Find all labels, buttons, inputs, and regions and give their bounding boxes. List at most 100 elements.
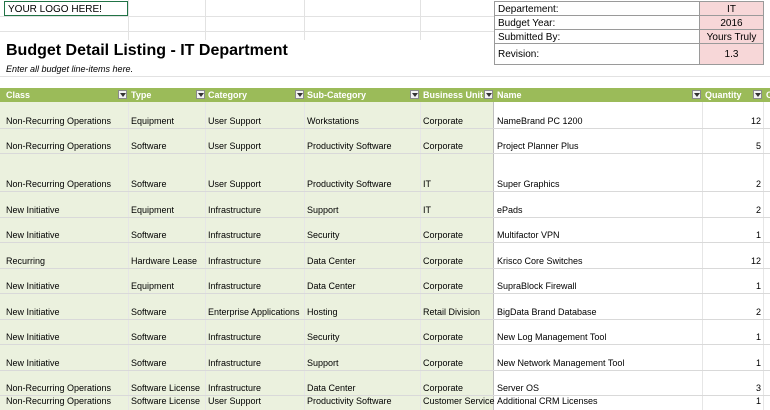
table-row[interactable]: New Initiative Equipment Infrastructure … <box>0 191 770 217</box>
header-name[interactable]: Name <box>494 88 702 102</box>
cell-type[interactable]: Equipment <box>131 205 174 215</box>
cell-class[interactable]: New Initiative <box>6 230 60 240</box>
cell-name[interactable]: Project Planner Plus <box>497 141 579 151</box>
cell-quantity[interactable]: 2 <box>704 205 761 215</box>
cell-type[interactable]: Software <box>131 230 167 240</box>
cell-quantity[interactable]: 1 <box>704 332 761 342</box>
cell-type[interactable]: Software License <box>131 383 200 393</box>
cell-sub-category[interactable]: Security <box>307 230 340 240</box>
cell-category[interactable]: Infrastructure <box>208 332 261 342</box>
cell-name[interactable]: ePads <box>497 205 523 215</box>
filter-dropdown-icon[interactable] <box>410 90 419 99</box>
cell-class[interactable]: New Initiative <box>6 205 60 215</box>
cell-business-unit[interactable]: Corporate <box>423 358 463 368</box>
cell-class[interactable]: Non-Recurring Operations <box>6 383 111 393</box>
info-label[interactable]: Revision: <box>494 43 700 65</box>
info-value[interactable]: Yours Truly <box>700 29 764 44</box>
cell-name[interactable]: Additional CRM Licenses <box>497 396 598 406</box>
cell-sub-category[interactable]: Hosting <box>307 307 338 317</box>
cell-type[interactable]: Hardware Lease <box>131 256 197 266</box>
cell-type[interactable]: Software <box>131 332 167 342</box>
header-sub-category[interactable]: Sub-Category <box>304 88 420 102</box>
table-row[interactable]: New Initiative Software Infrastructure S… <box>0 319 770 344</box>
cell-name[interactable]: Server OS <box>497 383 539 393</box>
header-cost[interactable]: C <box>763 88 770 102</box>
cell-business-unit[interactable]: Corporate <box>423 281 463 291</box>
cell-sub-category[interactable]: Workstations <box>307 116 359 126</box>
header-category[interactable]: Category <box>205 88 305 102</box>
cell-category[interactable]: Infrastructure <box>208 230 261 240</box>
cell-business-unit[interactable]: Corporate <box>423 256 463 266</box>
cell-quantity[interactable]: 1 <box>704 358 761 368</box>
table-row[interactable]: Non-Recurring Operations Software Licens… <box>0 395 770 408</box>
cell-class[interactable]: Non-Recurring Operations <box>6 396 111 406</box>
cell-type[interactable]: Software License <box>131 396 200 406</box>
cell-category[interactable]: Infrastructure <box>208 281 261 291</box>
filter-dropdown-icon[interactable] <box>295 90 304 99</box>
table-row[interactable]: Recurring Hardware Lease Infrastructure … <box>0 242 770 268</box>
cell-class[interactable]: Non-Recurring Operations <box>6 141 111 151</box>
cell-sub-category[interactable]: Data Center <box>307 281 356 291</box>
logo-cell[interactable]: YOUR LOGO HERE! <box>4 1 128 16</box>
cell-category[interactable]: Enterprise Applications <box>208 307 303 317</box>
table-row[interactable]: Non-Recurring Operations Software User S… <box>0 128 770 153</box>
cell-business-unit[interactable]: IT <box>423 179 431 189</box>
cell-type[interactable]: Equipment <box>131 281 174 291</box>
cell-quantity[interactable]: 12 <box>704 116 761 126</box>
cell-category[interactable]: Infrastructure <box>208 205 261 215</box>
page-title[interactable]: Budget Detail Listing - IT Department <box>6 42 288 60</box>
table-row[interactable]: Non-Recurring Operations Equipment User … <box>0 102 770 128</box>
cell-name[interactable]: New Network Management Tool <box>497 358 624 368</box>
table-row[interactable]: New Initiative Software Infrastructure S… <box>0 344 770 370</box>
header-business-unit[interactable]: Business Unit <box>420 88 494 102</box>
cell-sub-category[interactable]: Productivity Software <box>307 141 392 151</box>
cell-quantity[interactable]: 2 <box>704 307 761 317</box>
header-class[interactable]: Class <box>3 88 128 102</box>
cell-category[interactable]: Infrastructure <box>208 256 261 266</box>
cell-sub-category[interactable]: Productivity Software <box>307 179 392 189</box>
cell-sub-category[interactable]: Data Center <box>307 383 356 393</box>
filter-dropdown-icon[interactable] <box>484 90 493 99</box>
table-row[interactable]: New Initiative Software Enterprise Appli… <box>0 293 770 319</box>
cell-business-unit[interactable]: IT <box>423 205 431 215</box>
cell-class[interactable]: New Initiative <box>6 332 60 342</box>
cell-name[interactable]: SupraBlock Firewall <box>497 281 577 291</box>
cell-type[interactable]: Software <box>131 179 167 189</box>
cell-sub-category[interactable]: Security <box>307 332 340 342</box>
table-row[interactable]: New Initiative Software Infrastructure S… <box>0 217 770 242</box>
cell-quantity[interactable]: 1 <box>704 281 761 291</box>
page-subtitle[interactable]: Enter all budget line-items here. <box>6 64 133 74</box>
cell-class[interactable]: Non-Recurring Operations <box>6 179 111 189</box>
cell-business-unit[interactable]: Corporate <box>423 141 463 151</box>
info-label[interactable]: Submitted By: <box>494 29 700 44</box>
cell-name[interactable]: NameBrand PC 1200 <box>497 116 583 126</box>
filter-dropdown-icon[interactable] <box>196 90 205 99</box>
cell-sub-category[interactable]: Support <box>307 205 339 215</box>
filter-dropdown-icon[interactable] <box>753 90 762 99</box>
cell-name[interactable]: Multifactor VPN <box>497 230 560 240</box>
cell-name[interactable]: New Log Management Tool <box>497 332 606 342</box>
cell-quantity[interactable]: 1 <box>704 396 761 406</box>
filter-dropdown-icon[interactable] <box>692 90 701 99</box>
cell-category[interactable]: User Support <box>208 141 261 151</box>
cell-class[interactable]: New Initiative <box>6 307 60 317</box>
info-label[interactable]: Budget Year: <box>494 15 700 30</box>
cell-sub-category[interactable]: Productivity Software <box>307 396 392 406</box>
filter-dropdown-icon[interactable] <box>118 90 127 99</box>
cell-type[interactable]: Software <box>131 307 167 317</box>
cell-class[interactable]: Recurring <box>6 256 45 266</box>
cell-quantity[interactable]: 5 <box>704 141 761 151</box>
cell-business-unit[interactable]: Retail Division <box>423 307 480 317</box>
cell-class[interactable]: Non-Recurring Operations <box>6 116 111 126</box>
info-value[interactable]: IT <box>700 1 764 16</box>
cell-business-unit[interactable]: Corporate <box>423 230 463 240</box>
cell-business-unit[interactable]: Customer Service <box>423 396 495 406</box>
cell-quantity[interactable]: 1 <box>704 230 761 240</box>
table-row[interactable]: Non-Recurring Operations Software Licens… <box>0 370 770 395</box>
cell-class[interactable]: New Initiative <box>6 281 60 291</box>
cell-category[interactable]: Infrastructure <box>208 358 261 368</box>
info-value[interactable]: 2016 <box>700 15 764 30</box>
cell-business-unit[interactable]: Corporate <box>423 332 463 342</box>
spreadsheet[interactable]: YOUR LOGO HERE! Budget Detail Listing - … <box>0 0 770 410</box>
cell-class[interactable]: New Initiative <box>6 358 60 368</box>
